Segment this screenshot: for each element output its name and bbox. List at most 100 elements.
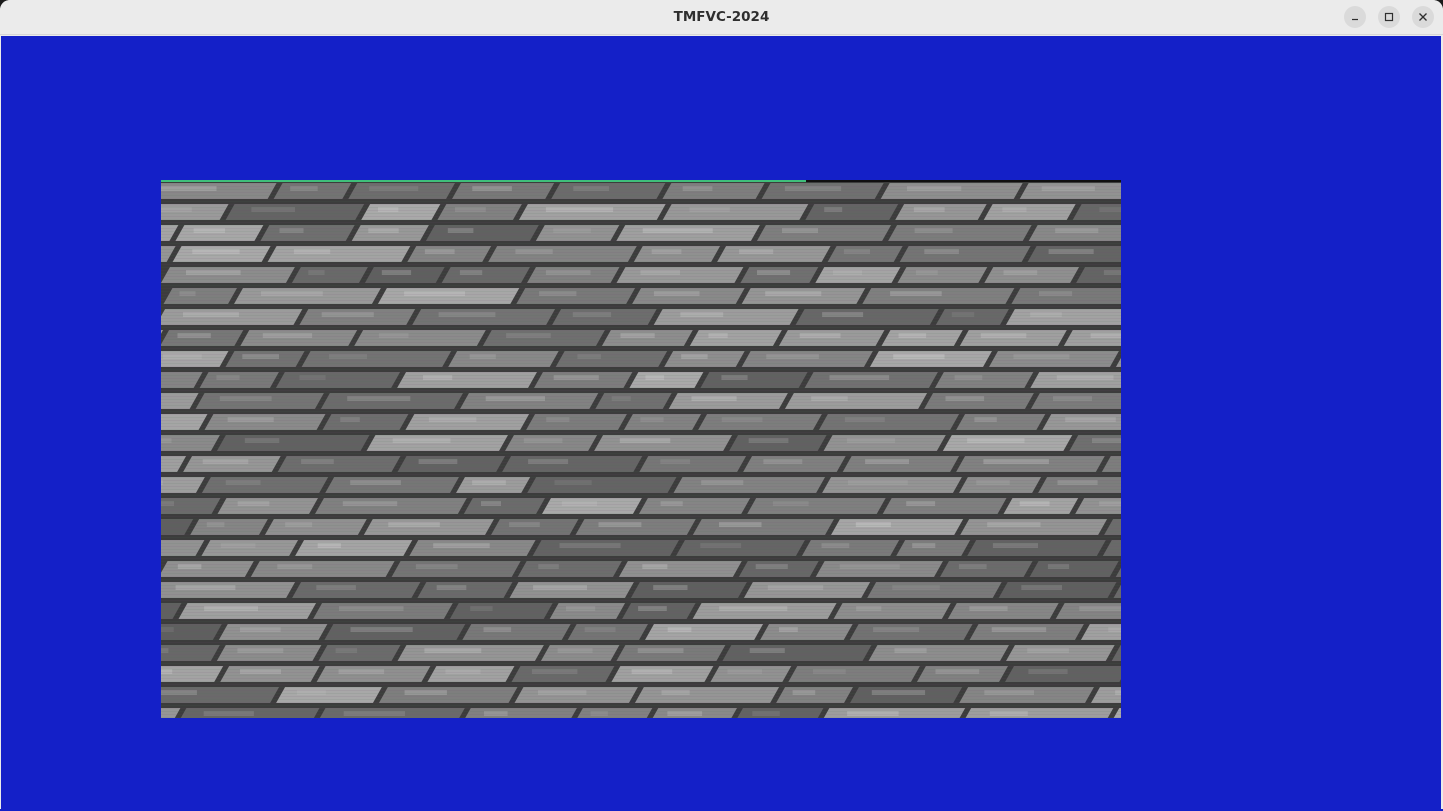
texture-scanline [161, 372, 1121, 373]
texture-brick [717, 246, 831, 262]
texture-scanline [161, 393, 1121, 394]
texture-scanline [161, 369, 1121, 370]
texture-brick [629, 372, 704, 388]
texture-scanline [161, 603, 1121, 604]
texture-brick [397, 372, 537, 388]
texture-scanline [161, 537, 1121, 538]
texture-brick [983, 204, 1076, 220]
texture-scanline [161, 573, 1121, 574]
texture-brick [463, 498, 545, 514]
texture-brick [662, 183, 765, 199]
texture-scanline [161, 555, 1121, 556]
texture-scanline [161, 267, 1121, 268]
title-bar[interactable]: TMFVC-2024 [0, 0, 1443, 35]
texture-scanline [161, 435, 1121, 436]
texture-scanline [161, 225, 1121, 226]
texture-scanline [161, 579, 1121, 580]
texture-brick [201, 477, 329, 493]
texture-scanline [161, 426, 1121, 427]
texture-scanline [161, 342, 1121, 343]
texture-scanline [161, 474, 1121, 475]
texture-scanline [161, 618, 1121, 619]
minimize-button[interactable] [1344, 6, 1366, 28]
maximize-icon [1384, 12, 1394, 22]
texture-scanline [161, 405, 1121, 406]
texture-scanline [161, 399, 1121, 400]
texture-scanline [161, 513, 1121, 514]
texture-scanline [161, 564, 1121, 565]
close-button[interactable] [1412, 6, 1434, 28]
texture-scanline [161, 534, 1121, 535]
texture-scanline [161, 528, 1121, 529]
texture-scanline [161, 459, 1121, 460]
texture-scanline [161, 705, 1121, 706]
texture-brick [190, 519, 268, 535]
texture-scanline [161, 501, 1121, 502]
texture-brick [645, 624, 764, 640]
texture-scanline [161, 654, 1121, 655]
texture-brick [689, 330, 782, 346]
texture-brick [795, 309, 939, 325]
texture-scanline [161, 279, 1121, 280]
texture-scanline [161, 327, 1121, 328]
texture-scanline [161, 249, 1121, 250]
texture-scanline [161, 525, 1121, 526]
texture-brick [888, 225, 1032, 241]
texture-scanline [161, 696, 1121, 697]
texture-scanline [161, 309, 1121, 310]
texture-scanline [161, 351, 1121, 352]
maximize-button[interactable] [1378, 6, 1400, 28]
texture-brick [354, 330, 486, 346]
texture-scanline [161, 408, 1121, 409]
texture-scanline [161, 270, 1121, 271]
texture-scanline [161, 417, 1121, 418]
texture-scanline [161, 468, 1121, 469]
stone-brick-texture [161, 180, 1121, 718]
texture-scanline [161, 519, 1121, 520]
texture-brick [526, 414, 627, 430]
texture-scanline [161, 693, 1121, 694]
texture-scanline [161, 492, 1121, 493]
texture-scanline [161, 300, 1121, 301]
texture-brick [639, 456, 747, 472]
texture-scanline [161, 246, 1121, 247]
texture-scanline [161, 219, 1121, 220]
texture-scanline [161, 606, 1121, 607]
texture-brick [361, 204, 441, 220]
texture-scanline [161, 402, 1121, 403]
texture-scanline [161, 195, 1121, 196]
texture-brick [831, 519, 964, 535]
texture-scanline [161, 444, 1121, 445]
texture-scanline [161, 708, 1121, 709]
texture-brick [161, 645, 220, 661]
texture-scanline [161, 597, 1121, 598]
texture-scanline [161, 552, 1121, 553]
texture-scanline [161, 384, 1121, 385]
texture-scanline [161, 717, 1121, 718]
texture-brick [250, 561, 395, 577]
texture-brick [630, 582, 747, 598]
texture-scanline [161, 228, 1121, 229]
texture-brick [934, 372, 1034, 388]
texture-brick [276, 687, 382, 703]
texture-scanline [161, 531, 1121, 532]
texture-scanline [161, 660, 1121, 661]
texture-scanline [161, 432, 1121, 433]
texture-brick [634, 687, 780, 703]
texture-scanline [161, 702, 1121, 703]
texture-brick [833, 603, 951, 619]
texture-brick [882, 498, 1007, 514]
texture-scanline [161, 354, 1121, 355]
texture-scanline [161, 276, 1121, 277]
textured-quad [161, 180, 1121, 718]
texture-scanline [161, 639, 1121, 640]
texture-scanline [161, 255, 1121, 256]
texture-brick [163, 288, 237, 304]
texture-brick [527, 477, 677, 493]
texture-scanline [161, 240, 1121, 241]
texture-scanline [161, 411, 1121, 412]
texture-scanline [161, 264, 1121, 265]
texture-scanline [161, 273, 1121, 274]
texture-brick [462, 624, 571, 640]
render-canvas[interactable] [1, 36, 1441, 809]
